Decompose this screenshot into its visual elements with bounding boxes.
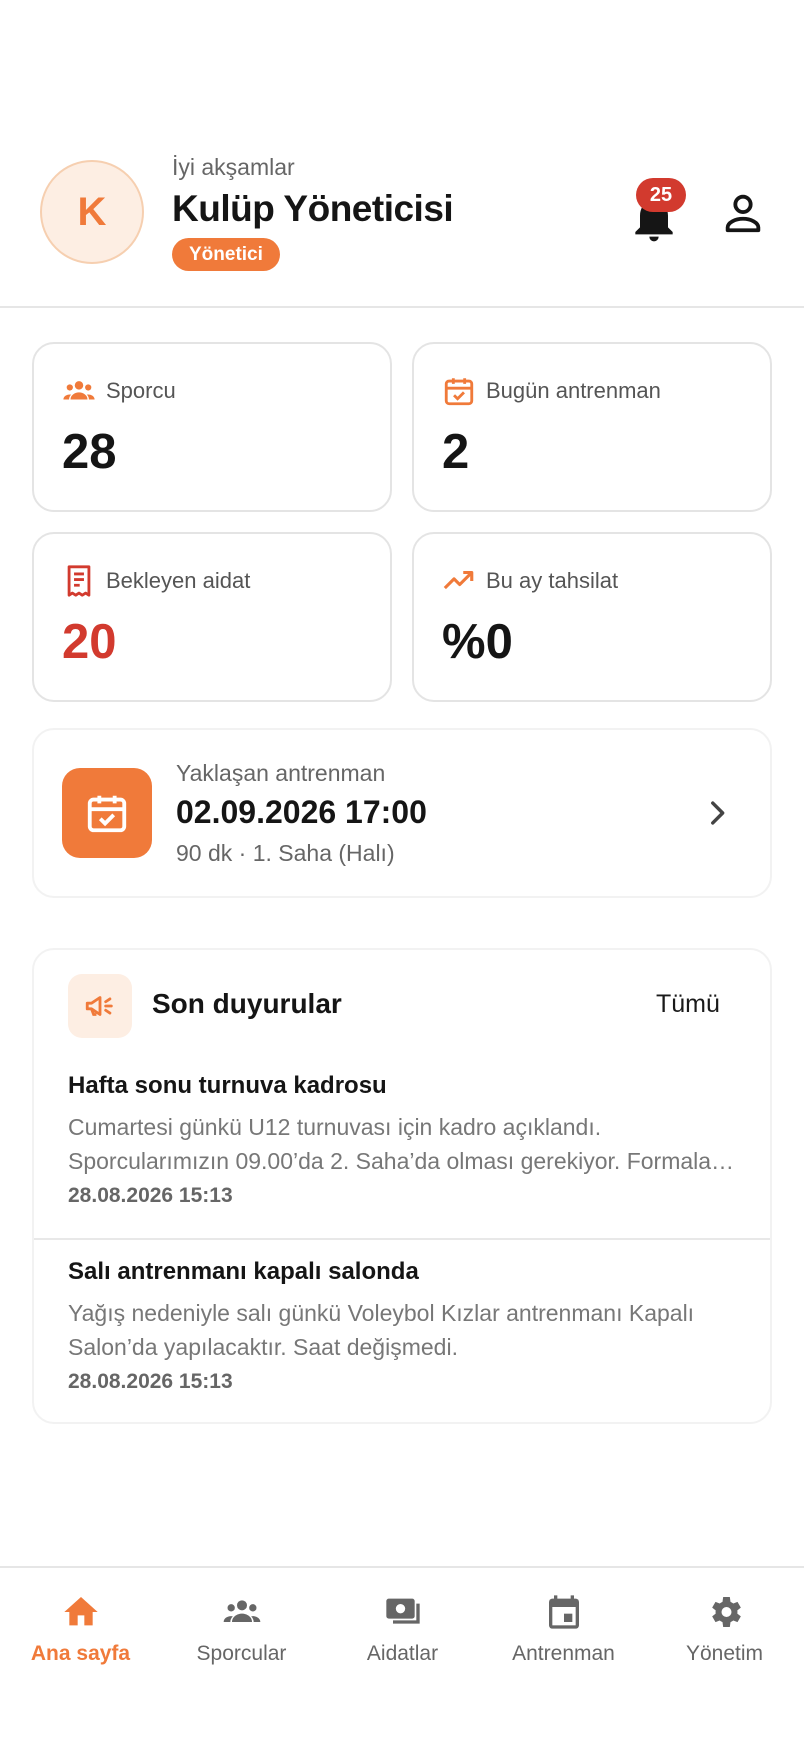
stat-value: %0 bbox=[442, 615, 513, 669]
announcement-title: Salı antrenmanı kapalı salonda bbox=[68, 1258, 419, 1285]
announcement-item[interactable]: Hafta sonu turnuva kadrosu Cumartesi gün… bbox=[34, 1072, 770, 1208]
nav-label: Antrenman bbox=[512, 1642, 615, 1665]
nav-label: Sporcular bbox=[196, 1642, 287, 1665]
user-name: Kulüp Yöneticisi bbox=[172, 188, 454, 229]
people-icon bbox=[63, 381, 95, 400]
announcement-body: Yağış nedeniyle salı günkü Voleybol Kızl… bbox=[68, 1300, 695, 1360]
stat-card-athletes[interactable]: Sporcu 28 bbox=[32, 342, 392, 512]
upcoming-training-label: Yaklaşan antrenman bbox=[176, 760, 386, 786]
person-icon bbox=[725, 194, 761, 233]
announcement-title: Hafta sonu turnuva kadrosu bbox=[68, 1072, 387, 1099]
notifications-button[interactable]: 25 bbox=[626, 178, 686, 244]
nav-item-dues[interactable]: Aidatlar bbox=[322, 1592, 483, 1666]
home-icon bbox=[63, 1597, 98, 1626]
stat-label: Sporcu bbox=[106, 378, 176, 403]
stat-card-monthly-collection[interactable]: Bu ay tahsilat %0 bbox=[412, 532, 772, 702]
bottom-navigation: Ana sayfa Sporcular Aidatlar Antrenman Y… bbox=[0, 1566, 804, 1748]
nav-item-athletes[interactable]: Sporcular bbox=[161, 1592, 322, 1666]
nav-item-management[interactable]: Yönetim bbox=[644, 1592, 804, 1666]
divider bbox=[34, 1238, 770, 1240]
calendar-check-icon bbox=[444, 378, 474, 406]
profile-button[interactable] bbox=[720, 190, 766, 236]
gear-icon bbox=[711, 1597, 741, 1627]
payments-icon bbox=[385, 1598, 420, 1624]
stat-value: 28 bbox=[62, 425, 117, 479]
announcements-title: Son duyurular bbox=[152, 988, 342, 1019]
role-badge: Yönetici bbox=[172, 238, 280, 271]
announcement-time: 28.08.2026 15:13 bbox=[68, 1184, 233, 1207]
receipt-icon bbox=[67, 565, 91, 597]
upcoming-training-card[interactable]: Yaklaşan antrenman 02.09.2026 17:00 90 d… bbox=[32, 728, 772, 898]
announcements-icon-box bbox=[68, 974, 132, 1038]
people-icon bbox=[223, 1600, 260, 1622]
upcoming-training-details: 90 dk · 1. Saha (Halı) bbox=[176, 840, 395, 866]
announcements-see-all-link[interactable]: Tümü bbox=[656, 990, 720, 1019]
stat-value: 20 bbox=[62, 615, 117, 669]
announcements-card: Son duyurular Tümü Hafta sonu turnuva ka… bbox=[32, 948, 772, 1424]
chevron-right-icon bbox=[711, 801, 725, 825]
announcement-item[interactable]: Salı antrenmanı kapalı salonda Yağış ned… bbox=[34, 1258, 770, 1394]
stat-card-training-today[interactable]: Bugün antrenman 2 bbox=[412, 342, 772, 512]
upcoming-training-datetime: 02.09.2026 17:00 bbox=[176, 794, 427, 830]
upcoming-training-icon-box bbox=[62, 768, 152, 858]
announcement-time: 28.08.2026 15:13 bbox=[68, 1370, 233, 1393]
stat-label: Bu ay tahsilat bbox=[486, 568, 619, 593]
avatar: K bbox=[40, 160, 144, 264]
stat-label: Bekleyen aidat bbox=[106, 568, 251, 593]
announcement-body: Cumartesi günkü U12 turnuvası için kadro… bbox=[68, 1114, 736, 1174]
nav-label: Yönetim bbox=[685, 1642, 764, 1665]
greeting-text: İyi akşamlar bbox=[172, 154, 295, 180]
calendar-icon bbox=[548, 1595, 579, 1629]
trending-up-icon bbox=[443, 570, 474, 590]
notification-count-badge: 25 bbox=[636, 178, 686, 212]
stat-value: 2 bbox=[442, 425, 470, 479]
calendar-check-icon bbox=[87, 795, 127, 833]
stat-label: Bugün antrenman bbox=[486, 378, 661, 403]
megaphone-icon bbox=[85, 996, 113, 1016]
header: K İyi akşamlar Kulüp Yöneticisi Yönetici… bbox=[0, 140, 804, 308]
nav-label: Aidatlar bbox=[366, 1642, 439, 1665]
stat-card-pending-dues[interactable]: Bekleyen aidat 20 bbox=[32, 532, 392, 702]
nav-item-training[interactable]: Antrenman bbox=[483, 1592, 644, 1666]
nav-label: Ana sayfa bbox=[30, 1642, 131, 1665]
nav-item-home[interactable]: Ana sayfa bbox=[0, 1592, 161, 1666]
